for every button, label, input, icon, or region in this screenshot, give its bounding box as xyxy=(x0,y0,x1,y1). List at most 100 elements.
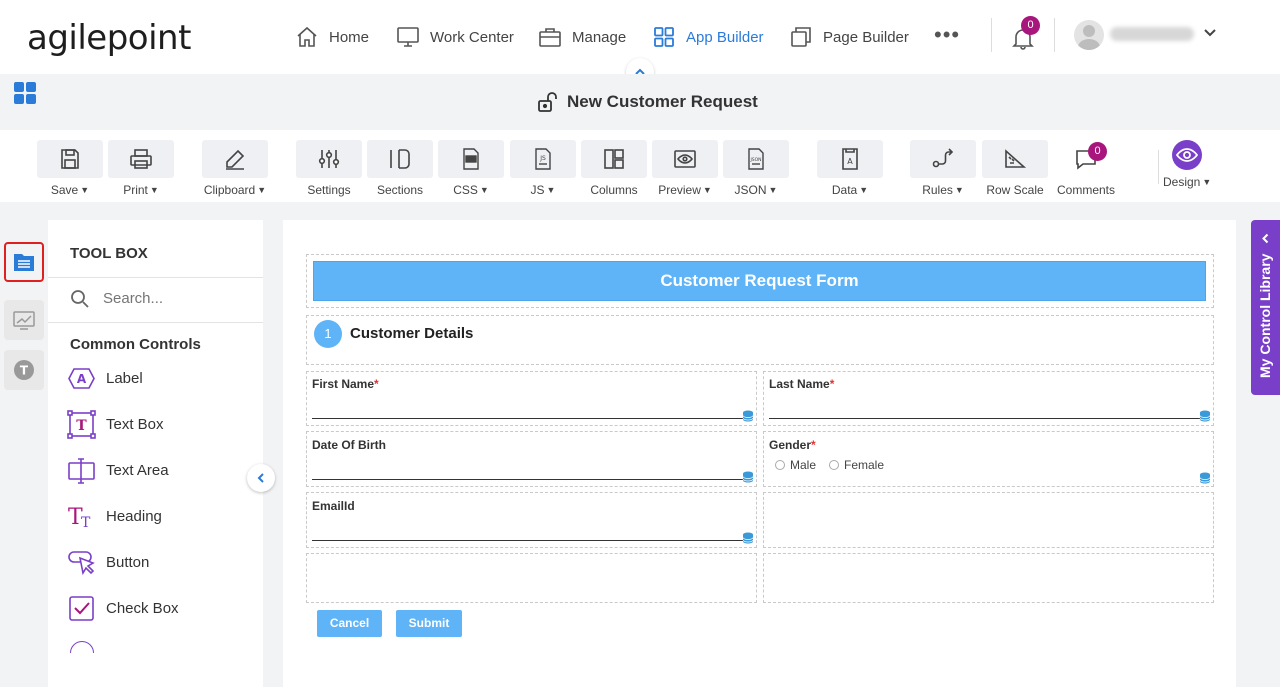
email-input[interactable] xyxy=(312,540,752,541)
toolbar-json[interactable]: JSON JSON ▼ xyxy=(723,140,789,197)
toolbar-row-scale[interactable]: Row Scale xyxy=(982,140,1048,197)
submit-button[interactable]: Submit xyxy=(396,610,462,637)
cancel-button[interactable]: Cancel xyxy=(317,610,382,637)
control-text-box[interactable]: T Text Box xyxy=(67,410,164,439)
monitor-icon xyxy=(397,27,419,47)
button-cursor-icon xyxy=(68,551,95,576)
nav-app-builder-label: App Builder xyxy=(686,28,764,46)
email-label: EmailId xyxy=(312,499,355,513)
gender-female-radio[interactable]: Female xyxy=(829,458,884,472)
toolbox-search-input[interactable] xyxy=(103,290,253,307)
toolbar-css[interactable]: CSS CSS ▼ xyxy=(438,140,504,197)
empty-cell[interactable] xyxy=(763,492,1214,548)
nav-app-builder[interactable]: App Builder xyxy=(652,24,764,50)
toolbar-preview[interactable]: Preview ▼ xyxy=(652,140,718,197)
step-number-badge: 1 xyxy=(314,320,342,348)
toolbar-settings[interactable]: Settings xyxy=(296,140,362,197)
toolbar-data-label: Data xyxy=(831,183,858,197)
nav-home[interactable]: Home xyxy=(295,24,369,50)
divider xyxy=(1158,150,1159,184)
control-check-box-text: Check Box xyxy=(106,600,179,617)
toolbar-design[interactable]: Design ▼ xyxy=(1163,130,1211,189)
more-menu-icon[interactable]: ••• xyxy=(934,24,960,46)
chevron-left-icon xyxy=(1262,233,1269,244)
comments-badge: 0 xyxy=(1088,142,1107,161)
toolbar-comments[interactable]: Comments xyxy=(1053,140,1119,197)
dob-input[interactable] xyxy=(312,479,752,480)
common-controls-heading: Common Controls xyxy=(70,336,201,353)
chevron-down-icon[interactable] xyxy=(1203,26,1217,40)
first-name-input[interactable] xyxy=(312,418,752,419)
form-header[interactable]: Customer Request Form xyxy=(313,261,1206,301)
last-name-input[interactable] xyxy=(769,418,1209,419)
radio-circle[interactable] xyxy=(775,460,785,470)
radio-circle[interactable] xyxy=(829,460,839,470)
empty-cell[interactable] xyxy=(763,553,1214,603)
theme-tab[interactable]: T xyxy=(4,350,44,390)
toolbar-clipboard[interactable]: Clipboard ▼ xyxy=(202,140,268,197)
toolbar-columns-label: Columns xyxy=(590,183,638,197)
settings-sliders-icon xyxy=(318,150,340,168)
male-option-label: Male xyxy=(790,458,817,472)
nav-page-builder[interactable]: Page Builder xyxy=(789,24,909,50)
control-label[interactable]: A Label xyxy=(67,364,143,393)
first-name-label: First Name* xyxy=(312,377,379,391)
control-heading-text: Heading xyxy=(106,508,162,525)
collapse-toolbox-button[interactable] xyxy=(247,464,275,492)
svg-text:JSON: JSON xyxy=(749,157,761,163)
chevron-down-icon: ▼ xyxy=(257,185,267,195)
section-title[interactable]: Customer Details xyxy=(350,325,473,342)
analytics-tab[interactable] xyxy=(4,300,44,340)
empty-cell[interactable] xyxy=(306,553,757,603)
chevron-down-icon: ▼ xyxy=(954,185,964,195)
control-button[interactable]: Button xyxy=(67,548,149,577)
control-label-text: Label xyxy=(106,370,143,387)
database-icon[interactable] xyxy=(1199,472,1211,484)
chevron-down-icon: ▼ xyxy=(859,185,869,195)
control-text-area[interactable]: Text Area xyxy=(67,456,169,485)
svg-text:A: A xyxy=(77,372,87,386)
text-circle-icon: T xyxy=(14,360,34,380)
toolbar-rules-label: Rules xyxy=(922,183,953,197)
chevron-left-icon xyxy=(257,473,264,483)
unlock-icon[interactable] xyxy=(536,91,558,113)
chevron-down-icon: ▼ xyxy=(546,185,556,195)
svg-text:A: A xyxy=(847,157,853,166)
database-icon[interactable] xyxy=(1199,410,1211,422)
agilepoint-logo[interactable]: agilepoint xyxy=(27,18,191,58)
toolbar-js[interactable]: JS JS ▼ xyxy=(510,140,576,197)
toolbar-print[interactable]: Print ▼ xyxy=(108,140,174,197)
database-icon[interactable] xyxy=(742,410,754,422)
clipboard-icon xyxy=(226,149,245,170)
last-name-label: Last Name* xyxy=(769,377,835,391)
apps-grid-icon[interactable] xyxy=(13,81,37,105)
gender-male-radio[interactable]: Male xyxy=(775,458,816,472)
database-icon[interactable] xyxy=(742,532,754,544)
row-scale-icon xyxy=(1005,149,1027,168)
toolbar-sections[interactable]: Sections xyxy=(367,140,433,197)
save-icon xyxy=(61,149,79,169)
control-heading[interactable]: TT Heading xyxy=(67,502,162,531)
toolbar-clipboard-label: Clipboard xyxy=(203,183,256,197)
toolbar-design-label: Design xyxy=(1163,175,1201,189)
database-icon[interactable] xyxy=(742,471,754,483)
toolbar-comments-label: Comments xyxy=(1056,183,1115,197)
rules-icon xyxy=(932,148,954,168)
nav-work-center[interactable]: Work Center xyxy=(396,24,514,50)
control-button-text: Button xyxy=(106,554,150,571)
chevron-down-icon: ▼ xyxy=(1202,177,1212,187)
print-icon xyxy=(130,149,152,169)
toolbar-data[interactable]: A Data ▼ xyxy=(817,140,883,197)
nav-manage[interactable]: Manage xyxy=(538,24,626,50)
designer-toolbar: Save ▼ Print ▼ Clipboard ▼ Settings Section… xyxy=(0,130,1280,202)
nav-home-label: Home xyxy=(329,28,370,46)
toolbar-save[interactable]: Save ▼ xyxy=(37,140,103,197)
toolbox-tab[interactable] xyxy=(4,242,44,282)
toolbar-rules[interactable]: Rules ▼ xyxy=(910,140,976,197)
svg-text:T: T xyxy=(76,418,87,434)
control-check-box[interactable]: Check Box xyxy=(67,594,179,623)
toolbar-json-label: JSON xyxy=(734,183,767,197)
toolbar-columns[interactable]: Columns xyxy=(581,140,647,197)
my-control-library-tab[interactable]: My Control Library xyxy=(1251,220,1280,395)
avatar[interactable] xyxy=(1074,20,1104,50)
